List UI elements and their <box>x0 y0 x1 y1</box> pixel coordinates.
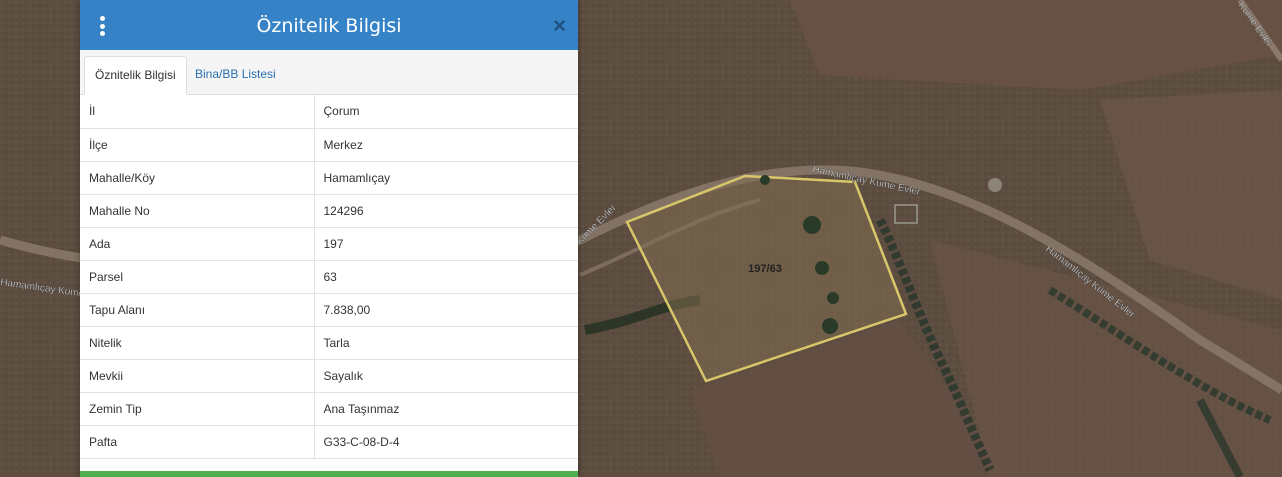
attribute-table: İl Çorum İlçe Merkez Mahalle/Köy Hamamlıçay… <box>80 95 578 459</box>
attribute-key: Parsel <box>80 260 315 294</box>
tab-bar: Öznitelik Bilgisi Bina/BB Listesi <box>80 50 578 95</box>
attribute-value: 7.838,00 <box>314 293 578 327</box>
panel-header: Öznitelik Bilgisi × <box>80 0 578 50</box>
attribute-key: İlçe <box>80 128 315 162</box>
table-row: Ada 197 <box>80 227 578 261</box>
attribute-value: 63 <box>314 260 578 294</box>
table-row: Zemin Tip Ana Taşınmaz <box>80 392 578 426</box>
attribute-key: Zemin Tip <box>80 392 315 426</box>
attribute-key: Nitelik <box>80 326 315 360</box>
attribute-key: Pafta <box>80 425 315 459</box>
attribute-value: Ana Taşınmaz <box>314 392 578 426</box>
attribute-key: Mahalle No <box>80 194 315 228</box>
attribute-value: Hamamlıçay <box>314 161 578 195</box>
attribute-key: Tapu Alanı <box>80 293 315 327</box>
attribute-value: Çorum <box>314 95 578 129</box>
action-bar[interactable] <box>80 471 578 477</box>
attribute-value: 124296 <box>314 194 578 228</box>
table-row: İl Çorum <box>80 95 578 129</box>
tab-building-list[interactable]: Bina/BB Listesi <box>185 56 286 94</box>
tab-attribute-info[interactable]: Öznitelik Bilgisi <box>84 56 187 95</box>
table-row: İlçe Merkez <box>80 128 578 162</box>
close-icon[interactable]: × <box>553 13 566 39</box>
table-row: Tapu Alanı 7.838,00 <box>80 293 578 327</box>
table-row: Mahalle/Köy Hamamlıçay <box>80 161 578 195</box>
attribute-key: Mevkii <box>80 359 315 393</box>
attribute-key: Mahalle/Köy <box>80 161 315 195</box>
table-row: Mahalle No 124296 <box>80 194 578 228</box>
attribute-panel: Öznitelik Bilgisi × Öznitelik Bilgisi Bi… <box>80 0 578 477</box>
table-row: Pafta G33-C-08-D-4 <box>80 425 578 459</box>
table-row: Mevkii Sayalık <box>80 359 578 393</box>
table-row: Parsel 63 <box>80 260 578 294</box>
attribute-value: G33-C-08-D-4 <box>314 425 578 459</box>
attribute-key: İl <box>80 95 315 129</box>
attribute-value: Sayalık <box>314 359 578 393</box>
attribute-value: 197 <box>314 227 578 261</box>
attribute-value: Merkez <box>314 128 578 162</box>
attribute-value: Tarla <box>314 326 578 360</box>
panel-title: Öznitelik Bilgisi <box>256 15 402 37</box>
attribute-key: Ada <box>80 227 315 261</box>
table-row: Nitelik Tarla <box>80 326 578 360</box>
parcel-label: 197/63 <box>748 263 782 275</box>
